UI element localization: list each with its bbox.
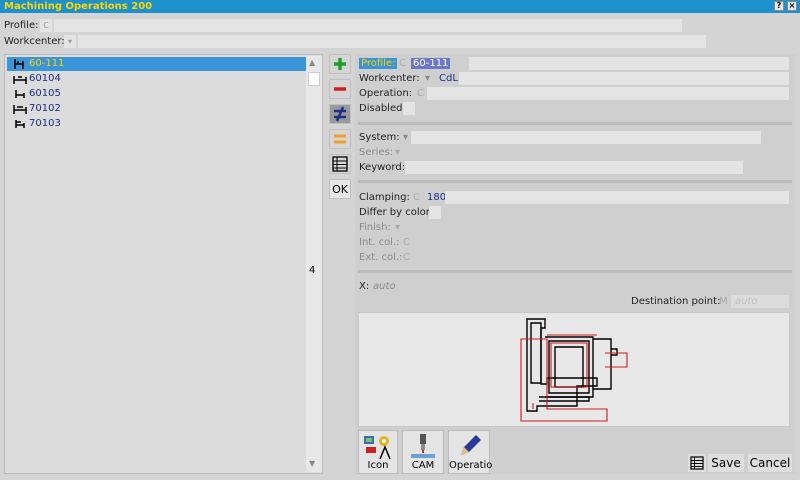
cam-button[interactable]: CAM [402,430,444,474]
tree-item-60105[interactable]: 60105 [7,87,307,101]
icon-button[interactable]: Icon [358,430,398,474]
cancel-button[interactable]: Cancel [748,454,792,472]
series-dropdown-icon[interactable]: ▾ [395,147,400,158]
tree-item-60104[interactable]: 60104 [7,72,307,86]
differ-label: Differ by color: [359,207,434,218]
operation-label: Operation: [359,88,413,99]
profile-chip[interactable]: C [399,58,406,69]
profile-filter-label: Profile: [4,20,39,31]
destination-field-bg[interactable] [731,295,789,308]
operation-input[interactable] [427,87,789,100]
workcenter-label: Workcenter: [359,73,420,84]
icon-tool-icon [364,436,391,460]
grid-button[interactable] [688,454,706,472]
keyword-input[interactable] [405,161,743,174]
separator [358,270,792,273]
tree-item-70103[interactable]: 70103 [7,117,307,131]
not-equal-icon [334,106,346,122]
tree-item-60-111[interactable]: 60-111 [7,57,307,71]
tree-item-label: 70103 [29,118,61,129]
title-bar: Machining Operations 200 ? × [0,0,800,13]
pencil-icon [461,435,481,455]
extcol-chip[interactable]: C [403,252,410,263]
cam-tool-icon [411,434,435,458]
clamping-label: Clamping: [359,192,410,203]
not-equal-button[interactable] [329,104,351,124]
operation-chip[interactable]: C [417,88,424,99]
profile-tree: 60-111 60104 60105 70102 70103 [4,54,323,474]
clamping-field-bg[interactable] [445,191,789,204]
profile-icon [13,105,27,114]
separator [358,180,792,183]
window-title: Machining Operations 200 [4,1,153,12]
table-button[interactable] [329,154,351,174]
destination-chip[interactable]: M [719,296,728,307]
table-icon [332,156,348,172]
ok-button[interactable]: OK [329,179,351,199]
minus-icon [334,87,346,91]
plus-icon [334,58,346,70]
profile-label: Profile: [359,58,398,69]
tree-item-label: 60104 [29,73,61,84]
extcol-label: Ext. col.: [359,252,403,263]
x-value[interactable]: auto [373,281,396,292]
tree-scrollbar[interactable]: ▲ 4 ▼ [306,56,322,472]
tree-item-label: 60105 [29,88,61,99]
icon-button-label: Icon [367,460,389,471]
workcenter-dropdown-icon[interactable]: ▾ [425,73,430,84]
workcenter-filter-label: Workcenter: [4,36,65,47]
tree-item-label: 70102 [29,103,61,114]
intcol-label: Int. col.: [359,237,400,248]
x-label: X: [359,281,370,292]
add-button[interactable] [329,54,351,74]
profile-drawing [520,318,628,422]
help-button[interactable]: ? [774,1,784,11]
scroll-marker: 4 [309,265,316,276]
system-input[interactable] [411,131,761,144]
profile-value[interactable]: 60-111 [411,58,451,69]
scroll-up-icon[interactable]: ▲ [309,58,315,67]
workcenter-filter-input[interactable] [78,35,706,48]
finish-label: Finish: [359,222,391,233]
series-label: Series: [359,147,394,158]
tree-item-label: 60-111 [29,58,65,69]
profile-icon [15,120,25,128]
keyword-label: Keyword: [359,162,406,173]
equal-icon [334,134,346,144]
profile-icon [13,76,27,84]
profile-filter-chip[interactable]: C [40,19,52,32]
save-button[interactable]: Save [708,454,744,472]
scroll-thumb[interactable] [308,72,320,86]
equal-button[interactable] [329,129,351,149]
table-icon [690,456,704,470]
operation-button[interactable]: Operatio [448,430,493,474]
workcenter-value[interactable]: CdL [439,73,458,84]
system-dropdown-icon[interactable]: ▾ [403,132,408,143]
disabled-checkbox[interactable] [403,102,415,115]
operation-button-label: Operatio [449,460,493,471]
destination-label: Destination point: [631,296,721,307]
scroll-down-icon[interactable]: ▼ [309,459,315,468]
intcol-chip[interactable]: C [403,237,410,248]
profile-icon [15,90,25,98]
disabled-label: Disabled: [359,103,406,114]
differ-checkbox[interactable] [429,206,441,219]
clamping-chip[interactable]: C [413,192,420,203]
profile-field-bg[interactable] [469,57,789,70]
system-label: System: [359,132,400,143]
profile-icon [14,59,24,69]
cam-button-label: CAM [411,460,435,471]
profile-filter-input[interactable] [54,19,682,32]
separator [358,122,792,125]
workcenter-filter-dropdown[interactable]: ▾ [64,35,76,48]
profile-preview [358,312,790,427]
finish-dropdown-icon[interactable]: ▾ [395,222,400,233]
clamping-value[interactable]: 180 [427,192,446,203]
workcenter-field-bg[interactable] [459,72,789,85]
remove-button[interactable] [329,79,351,99]
close-button[interactable]: × [787,1,797,11]
tree-item-70102[interactable]: 70102 [7,102,307,116]
